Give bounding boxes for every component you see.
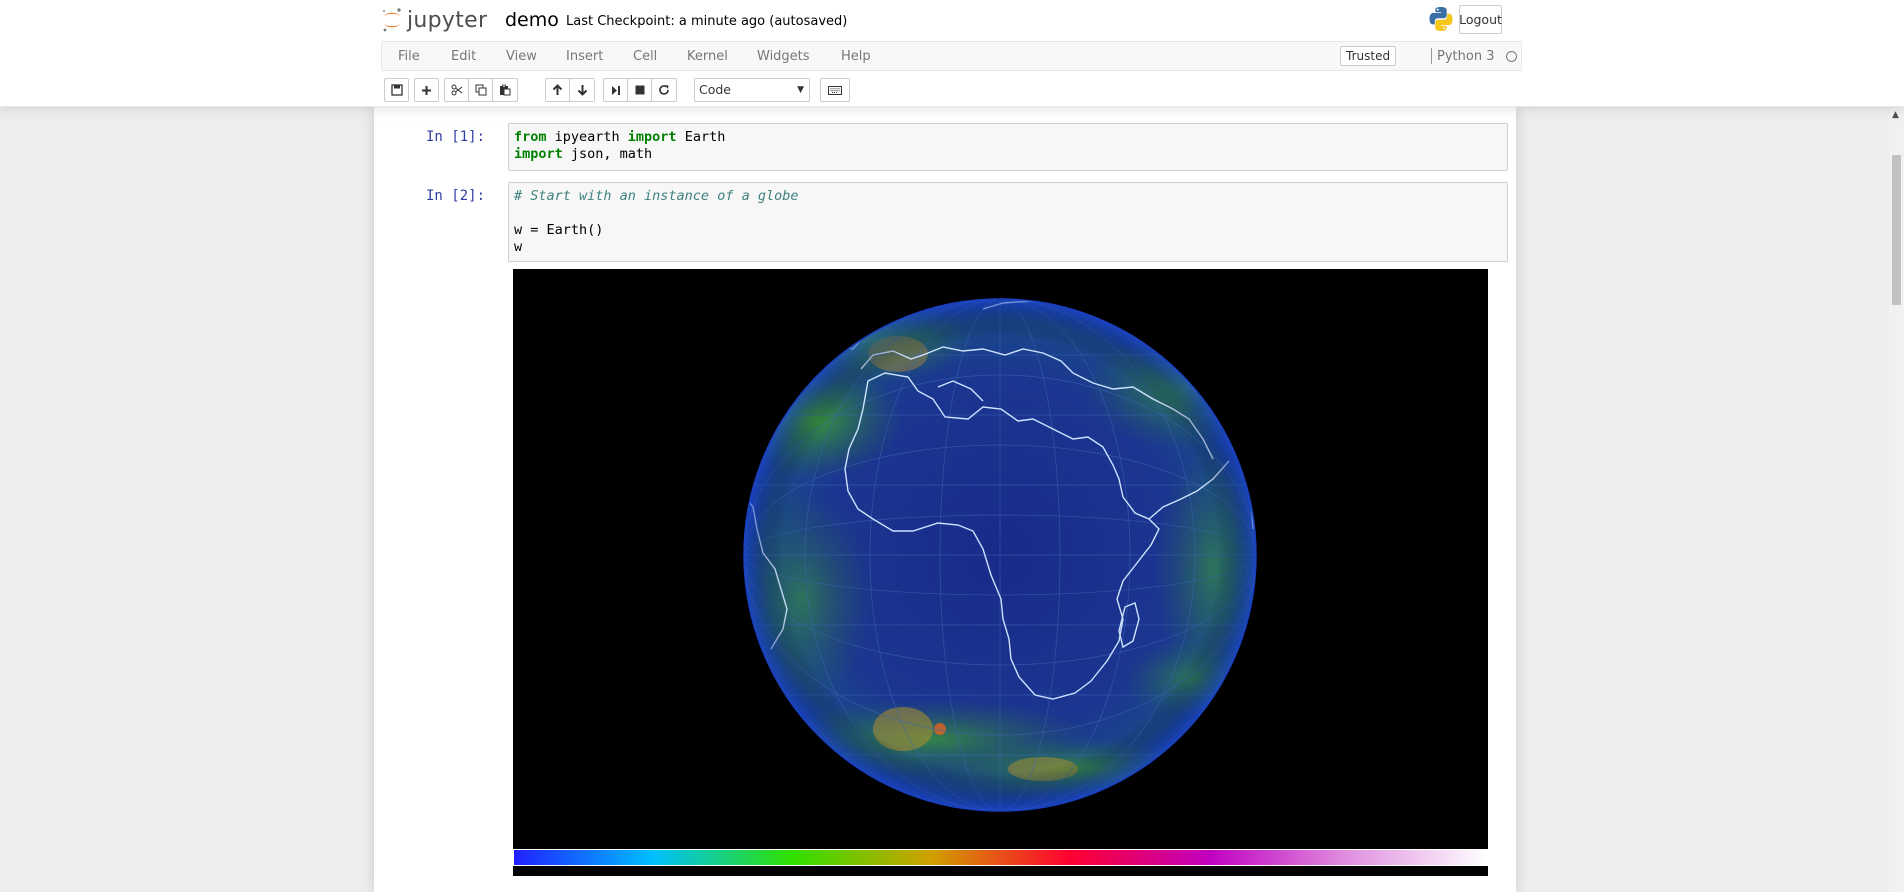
code-comment: # Start with an instance of a globe bbox=[514, 188, 799, 204]
menu-edit[interactable]: Edit bbox=[451, 49, 476, 64]
kernel-separator bbox=[1431, 48, 1432, 64]
header-container: jupyter demo Last Checkpoint: a minute a… bbox=[381, 0, 1522, 40]
restart-icon bbox=[659, 85, 669, 95]
plus-icon bbox=[422, 85, 431, 95]
save-icon bbox=[390, 84, 403, 96]
cell-type-value: Code bbox=[699, 82, 732, 97]
run-icon bbox=[612, 85, 620, 95]
toolbar: Code ▼ bbox=[381, 78, 1522, 102]
interrupt-button[interactable] bbox=[627, 78, 652, 102]
scroll-up-icon[interactable]: ▲ bbox=[1892, 110, 1899, 120]
command-palette-button[interactable] bbox=[820, 78, 850, 102]
globe-rim bbox=[744, 299, 1256, 811]
cut-button[interactable] bbox=[444, 78, 469, 102]
scrollbar-thumb[interactable] bbox=[1892, 155, 1901, 305]
code-text: ipyearth bbox=[546, 129, 628, 145]
paste-icon bbox=[500, 84, 511, 96]
logout-button[interactable]: Logout bbox=[1459, 5, 1502, 34]
kernel-idle-icon bbox=[1506, 51, 1517, 62]
menu-file[interactable]: File bbox=[398, 49, 420, 64]
notebook-container: In [1]: from ipyearth import Earth impor… bbox=[374, 107, 1516, 892]
copy-button[interactable] bbox=[468, 78, 493, 102]
paste-button[interactable] bbox=[492, 78, 518, 102]
kernel-name[interactable]: Python 3 bbox=[1437, 49, 1494, 64]
earth-widget-output[interactable] bbox=[513, 269, 1488, 876]
code-text: w bbox=[514, 239, 523, 255]
jupyter-logo[interactable]: jupyter bbox=[381, 4, 487, 36]
code-keyword: from bbox=[514, 129, 547, 145]
cell-1-code-editor[interactable]: from ipyearth import Earth import json, … bbox=[508, 123, 1508, 171]
move-down-button[interactable] bbox=[569, 78, 595, 102]
menu-help[interactable]: Help bbox=[841, 49, 871, 64]
save-button[interactable] bbox=[384, 78, 409, 102]
header: jupyter demo Last Checkpoint: a minute a… bbox=[0, 0, 1904, 107]
copy-icon bbox=[475, 84, 486, 96]
trusted-indicator[interactable]: Trusted bbox=[1340, 46, 1397, 66]
chevron-down-icon: ▼ bbox=[797, 85, 804, 95]
colorbar-legend bbox=[513, 849, 1488, 866]
stop-icon bbox=[635, 85, 644, 95]
menu-insert[interactable]: Insert bbox=[566, 49, 603, 64]
code-text: w = Earth() bbox=[514, 222, 604, 238]
keyboard-icon bbox=[828, 85, 842, 95]
cut-icon bbox=[451, 84, 462, 96]
cell-2-code-editor[interactable]: # Start with an instance of a globe w = … bbox=[508, 182, 1508, 262]
scrollbar[interactable]: ▲ bbox=[1889, 107, 1904, 892]
menubar: File Edit View Insert Cell Kernel Widget… bbox=[381, 41, 1522, 71]
arrow-down-icon bbox=[577, 85, 587, 96]
menu-kernel[interactable]: Kernel bbox=[687, 49, 728, 64]
code-keyword: import bbox=[514, 146, 563, 162]
globe-visualization[interactable] bbox=[513, 269, 1488, 849]
python-logo-icon bbox=[1429, 7, 1453, 31]
menu-view[interactable]: View bbox=[506, 49, 537, 64]
menu-cell[interactable]: Cell bbox=[633, 49, 657, 64]
notebook-area: In [1]: from ipyearth import Earth impor… bbox=[0, 107, 1904, 892]
insert-cell-button[interactable] bbox=[414, 78, 439, 102]
code-keyword: import bbox=[627, 129, 677, 145]
restart-button[interactable] bbox=[651, 78, 677, 102]
menu-widgets[interactable]: Widgets bbox=[757, 49, 810, 64]
notebook-name[interactable]: demo bbox=[505, 9, 559, 31]
arrow-up-icon bbox=[552, 84, 563, 95]
cell-type-select[interactable]: Code ▼ bbox=[694, 78, 810, 102]
move-up-button[interactable] bbox=[545, 78, 570, 102]
jupyter-logo-icon bbox=[382, 8, 401, 32]
code-text: json, math bbox=[562, 146, 653, 162]
checkpoint-status: Last Checkpoint: a minute ago (autosaved… bbox=[566, 14, 848, 29]
run-button[interactable] bbox=[603, 78, 628, 102]
code-text: Earth bbox=[676, 129, 726, 145]
logo-text: jupyter bbox=[407, 7, 488, 33]
